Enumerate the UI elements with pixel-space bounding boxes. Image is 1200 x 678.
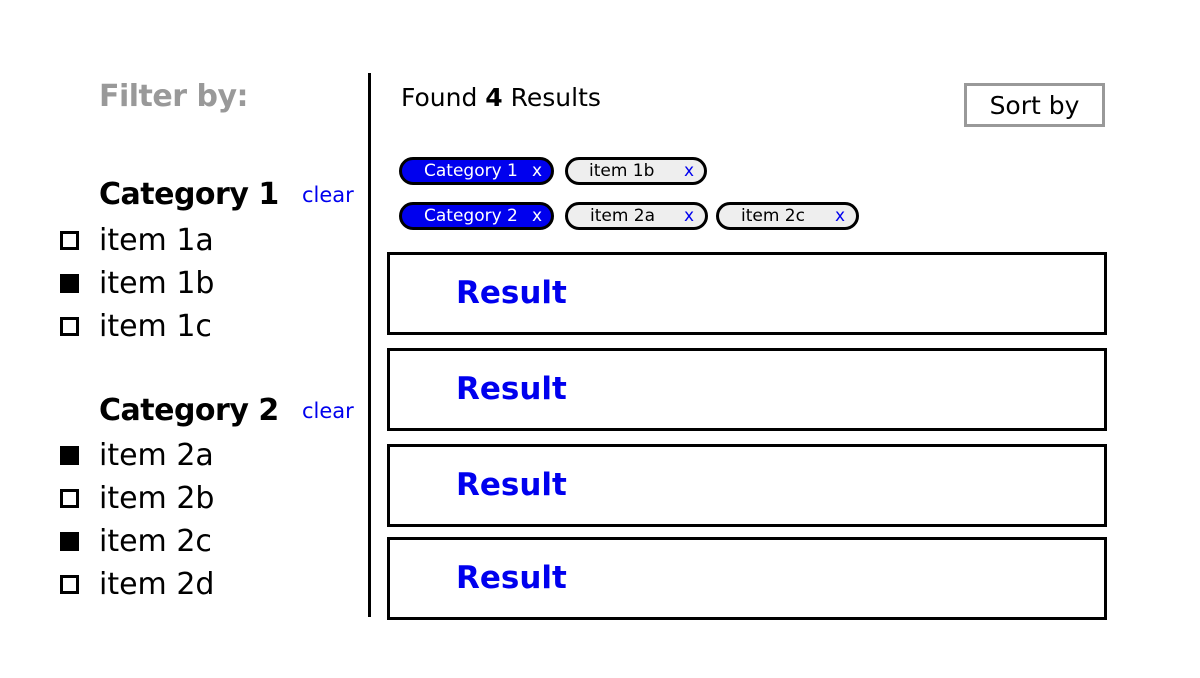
filter-option-label: item 2d	[99, 566, 215, 602]
remove-chip-icon[interactable]: x	[532, 161, 542, 181]
result-card[interactable]: Result	[387, 348, 1107, 431]
chip-label: item 2c	[741, 206, 805, 226]
result-card[interactable]: Result	[387, 444, 1107, 527]
chip-label: item 2a	[590, 206, 656, 226]
remove-chip-icon[interactable]: x	[835, 206, 845, 226]
checkbox[interactable]	[60, 316, 79, 336]
result-title-link[interactable]: Result	[456, 371, 567, 407]
found-prefix: Found	[401, 83, 478, 112]
remove-chip-icon[interactable]: x	[532, 206, 542, 226]
results-count-text: Found 4 Results	[401, 83, 601, 112]
result-title-link[interactable]: Result	[456, 275, 567, 311]
category-1-clear-link[interactable]: clear	[302, 183, 354, 207]
checkbox[interactable]	[60, 488, 79, 508]
found-suffix: Results	[510, 83, 601, 112]
active-filter-chip-category-2: Category 2 x	[399, 202, 554, 230]
chip-label: Category 2	[424, 206, 518, 226]
filter-option-item-2b[interactable]: item 2b	[60, 480, 214, 516]
filter-option-label: item 1a	[99, 222, 214, 258]
result-title-link[interactable]: Result	[456, 560, 567, 596]
result-card[interactable]: Result	[387, 537, 1107, 620]
active-filter-chip-item-2c: item 2c x	[716, 202, 859, 230]
category-1-heading: Category 1	[99, 177, 279, 212]
chip-label: Category 1	[424, 161, 518, 181]
sort-by-button[interactable]: Sort by	[964, 83, 1105, 127]
filter-option-item-1b[interactable]: item 1b	[60, 265, 214, 301]
filter-option-label: item 2b	[99, 480, 215, 516]
found-count: 4	[485, 83, 503, 112]
category-2-heading: Category 2	[99, 393, 279, 428]
checkbox[interactable]	[60, 230, 79, 250]
filter-title: Filter by:	[99, 79, 249, 114]
filter-option-item-2d[interactable]: item 2d	[60, 566, 214, 602]
filter-option-label: item 2c	[99, 523, 212, 559]
active-filter-chip-item-2a: item 2a x	[565, 202, 708, 230]
result-card[interactable]: Result	[387, 252, 1107, 335]
active-filter-chip-category-1: Category 1 x	[399, 157, 554, 185]
checkbox[interactable]	[60, 531, 79, 551]
remove-chip-icon[interactable]: x	[684, 206, 694, 226]
filter-option-label: item 2a	[99, 437, 214, 473]
result-title-link[interactable]: Result	[456, 467, 567, 503]
checkbox[interactable]	[60, 574, 79, 594]
filter-option-item-1a[interactable]: item 1a	[60, 222, 214, 258]
filter-option-label: item 1c	[99, 308, 212, 344]
filter-option-item-2c[interactable]: item 2c	[60, 523, 212, 559]
filter-option-label: item 1b	[99, 265, 215, 301]
checkbox[interactable]	[60, 273, 79, 293]
checkbox[interactable]	[60, 445, 79, 465]
active-filter-chip-item-1b: item 1b x	[565, 157, 707, 185]
filter-option-item-2a[interactable]: item 2a	[60, 437, 214, 473]
vertical-divider	[368, 73, 371, 617]
category-2-clear-link[interactable]: clear	[302, 399, 354, 423]
chip-label: item 1b	[589, 161, 655, 181]
filter-option-item-1c[interactable]: item 1c	[60, 308, 212, 344]
remove-chip-icon[interactable]: x	[684, 161, 694, 181]
